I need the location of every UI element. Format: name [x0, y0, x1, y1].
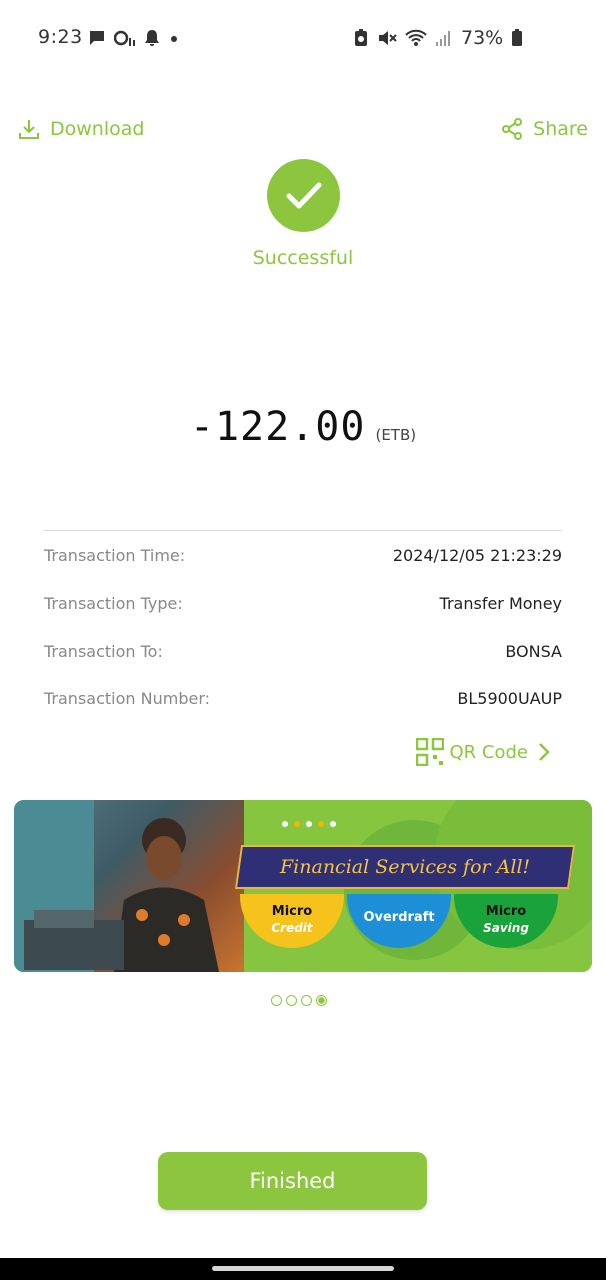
mute-icon [379, 31, 397, 45]
dot-icon [171, 36, 177, 42]
battery-icon [512, 29, 523, 46]
qr-code-icon [415, 738, 444, 766]
detail-label: Transaction Number: [44, 689, 210, 708]
pager-dot-active[interactable] [316, 995, 327, 1006]
qr-code-button[interactable]: QR Code [415, 737, 554, 767]
banner-item-sub: Saving [483, 921, 529, 935]
banner-photo [14, 800, 244, 972]
divider [44, 530, 562, 531]
share-icon [502, 118, 523, 140]
wifi-icon [405, 29, 427, 46]
success-check-icon [267, 159, 340, 232]
detail-value: BONSA [505, 642, 562, 661]
detail-row-number: Transaction Number: BL5900UAUP [44, 689, 562, 708]
bell-icon [145, 30, 159, 46]
chevron-right-icon [539, 743, 550, 761]
detail-row-time: Transaction Time: 2024/12/05 21:23:29 [44, 546, 562, 565]
download-label: Download [50, 118, 145, 140]
banner-item-title: Micro [271, 904, 313, 919]
banner-item-title: Overdraft [363, 910, 435, 925]
detail-label: Transaction To: [44, 642, 163, 661]
detail-value: 2024/12/05 21:23:29 [392, 546, 562, 565]
pager-dot[interactable] [271, 995, 282, 1006]
signal-icon [436, 31, 450, 46]
banner-item-title: Micro [485, 904, 527, 919]
currency-label: (ETB) [375, 426, 417, 444]
battery-percentage: 73% [461, 27, 504, 49]
finished-button[interactable]: Finished [158, 1152, 427, 1210]
status-time: 9:23 [38, 26, 83, 48]
banner-decoration-dots [282, 821, 336, 827]
share-label: Share [533, 118, 588, 140]
home-handle[interactable] [212, 1266, 394, 1271]
qr-code-label: QR Code [449, 741, 528, 763]
amount-row: -122.00 (ETB) [0, 404, 606, 450]
carousel-pager[interactable] [271, 995, 327, 1006]
detail-label: Transaction Type: [44, 594, 183, 613]
message-icon [90, 31, 104, 45]
status-left-icons [88, 28, 180, 48]
banner-title: Financial Services for All! [279, 856, 531, 878]
download-button[interactable]: Download [18, 113, 144, 145]
detail-row-type: Transaction Type: Transfer Money [44, 594, 562, 613]
status-right-icons: 73% [353, 27, 523, 49]
detail-value: Transfer Money [439, 594, 562, 613]
banner-title-box: Financial Services for All! [234, 845, 576, 889]
share-button[interactable]: Share [501, 113, 588, 145]
promo-banner[interactable]: Financial Services for All! Micro Credit… [14, 800, 592, 972]
download-icon [19, 120, 39, 139]
banner-item-sub: Credit [271, 921, 313, 935]
detail-value: BL5900UAUP [457, 689, 562, 708]
pager-dot[interactable] [301, 995, 312, 1006]
detail-row-to: Transaction To: BONSA [44, 642, 562, 661]
tty-icon [114, 30, 135, 46]
pager-dot[interactable] [286, 995, 297, 1006]
status-bar: 9:23 73% [0, 0, 606, 76]
success-status: Successful [252, 247, 354, 269]
transaction-amount: -122.00 [189, 404, 366, 450]
detail-label: Transaction Time: [44, 546, 186, 565]
battery-saver-icon [355, 29, 367, 46]
